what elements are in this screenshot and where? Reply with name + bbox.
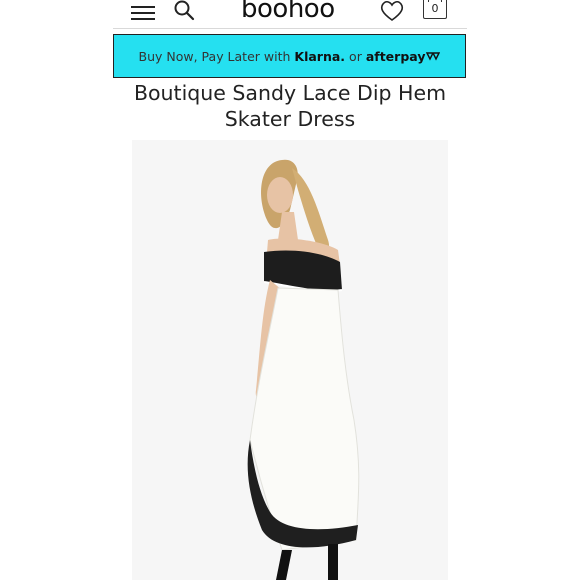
bag-count: 0 bbox=[431, 2, 439, 15]
banner-or: or bbox=[349, 48, 362, 64]
pay-later-banner[interactable]: Buy Now, Pay Later with Klarna. or after… bbox=[113, 34, 466, 78]
banner-prefix: Buy Now, Pay Later with bbox=[138, 48, 291, 64]
product-title-line2: Skater Dress bbox=[224, 107, 356, 131]
product-title-line1: Boutique Sandy Lace Dip Hem bbox=[133, 81, 447, 105]
search-icon[interactable] bbox=[173, 0, 197, 22]
top-navigation-bar: boohoo 0 bbox=[113, 0, 467, 29]
bag-icon[interactable]: 0 bbox=[423, 0, 447, 19]
dress-illustration bbox=[247, 159, 360, 580]
klarna-brand: Klarna. bbox=[294, 48, 346, 64]
afterpay-brand: afterpay bbox=[365, 48, 426, 64]
product-image[interactable] bbox=[132, 140, 448, 580]
menu-icon[interactable] bbox=[131, 2, 155, 22]
boohoo-logo[interactable]: boohoo bbox=[241, 0, 335, 24]
heart-icon[interactable] bbox=[379, 0, 405, 22]
afterpay-arrow-icon bbox=[426, 52, 441, 61]
product-title: Boutique Sandy Lace Dip Hem Skater Dress bbox=[100, 80, 480, 132]
